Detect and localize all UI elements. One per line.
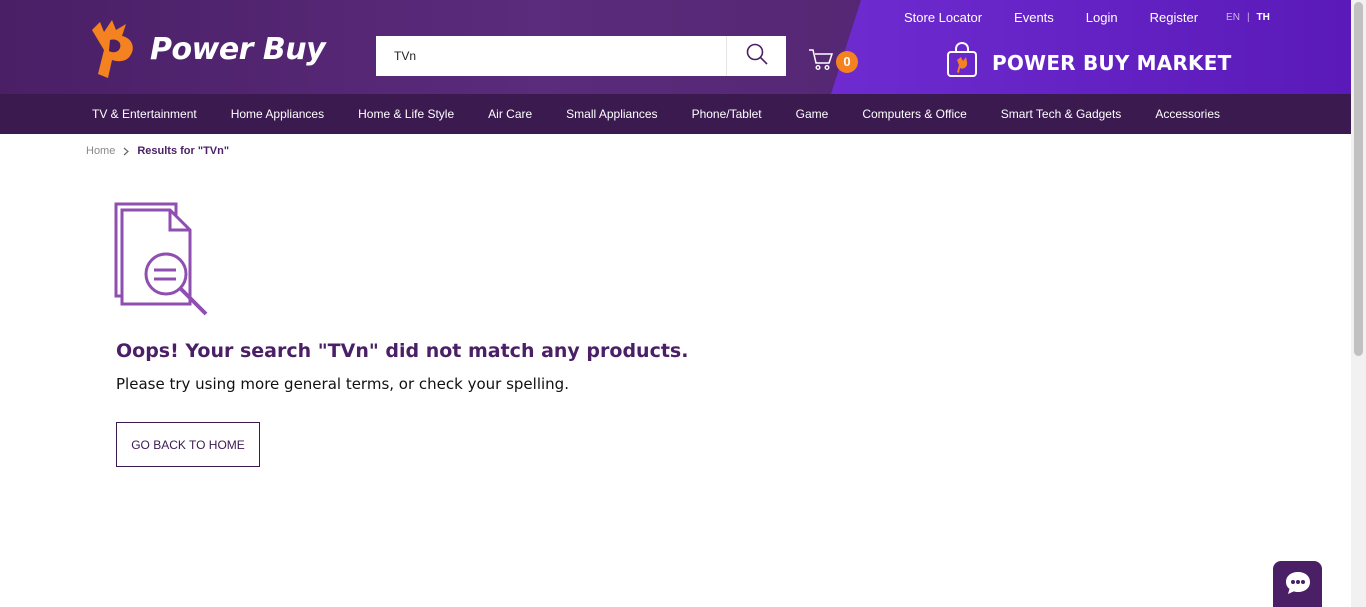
breadcrumb-current: Results for "TVn" (137, 145, 230, 157)
nav-computers-office[interactable]: Computers & Office (862, 107, 966, 121)
language-th[interactable]: TH (1257, 12, 1270, 23)
cart-count-badge: 0 (836, 51, 858, 73)
nav-game[interactable]: Game (796, 107, 829, 121)
nav-tv-entertainment[interactable]: TV & Entertainment (92, 107, 197, 121)
chat-icon (1285, 571, 1311, 600)
cart-button[interactable]: 0 (808, 46, 860, 76)
power-buy-logo-icon (86, 16, 138, 82)
brand-name: Power Buy (150, 31, 326, 67)
search-bar (376, 36, 786, 76)
language-switcher: EN | TH (1226, 12, 1270, 23)
nav-small-appliances[interactable]: Small Appliances (566, 107, 657, 121)
page: Power Buy 0 Store Locator Events Login R… (0, 0, 1366, 607)
chevron-right-icon (123, 147, 130, 156)
go-back-home-button[interactable]: GO BACK TO HOME (116, 422, 260, 467)
scrollbar[interactable] (1351, 0, 1366, 607)
scrollbar-thumb[interactable] (1354, 2, 1363, 356)
language-en[interactable]: EN (1226, 12, 1240, 23)
store-locator-link[interactable]: Store Locator (904, 10, 982, 25)
nav-smart-tech-gadgets[interactable]: Smart Tech & Gadgets (1001, 107, 1122, 121)
header: Power Buy 0 Store Locator Events Login R… (0, 0, 1351, 94)
search-input[interactable] (376, 36, 726, 76)
no-results-title: Oops! Your search "TVn" did not match an… (116, 340, 689, 362)
category-nav: TV & Entertainment Home Appliances Home … (0, 94, 1351, 134)
register-link[interactable]: Register (1150, 10, 1198, 25)
login-link[interactable]: Login (1086, 10, 1118, 25)
power-buy-market-link[interactable]: POWER BUY MARKET (946, 41, 1232, 83)
language-separator: | (1246, 12, 1250, 23)
search-icon (746, 43, 768, 70)
search-button[interactable] (726, 36, 786, 76)
cart-icon (808, 48, 834, 77)
no-results-hint: Please try using more general terms, or … (116, 375, 569, 393)
nav-home-life-style[interactable]: Home & Life Style (358, 107, 454, 121)
breadcrumb-home[interactable]: Home (86, 145, 115, 157)
document-search-icon (114, 200, 210, 318)
nav-home-appliances[interactable]: Home Appliances (231, 107, 324, 121)
breadcrumb: Home Results for "TVn" (86, 145, 229, 157)
events-link[interactable]: Events (1014, 10, 1054, 25)
nav-accessories[interactable]: Accessories (1155, 107, 1220, 121)
top-links: Store Locator Events Login Register EN |… (904, 10, 1270, 25)
power-buy-logo[interactable]: Power Buy (86, 16, 336, 82)
nav-phone-tablet[interactable]: Phone/Tablet (692, 107, 762, 121)
market-label: POWER BUY MARKET (992, 50, 1232, 75)
chat-button[interactable] (1273, 561, 1322, 607)
nav-air-care[interactable]: Air Care (488, 107, 532, 121)
shopping-bag-icon (946, 41, 978, 83)
